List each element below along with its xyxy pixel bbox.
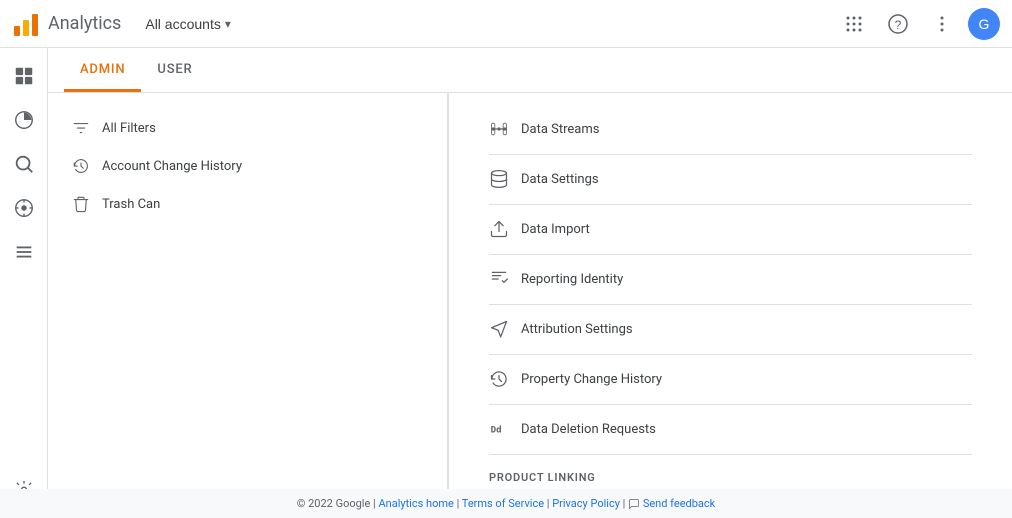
app-title: Analytics: [48, 13, 121, 34]
footer-send-feedback[interactable]: Send feedback: [643, 497, 715, 510]
data-import-icon: [489, 219, 509, 239]
attribution-settings-label: Attribution Settings: [521, 322, 633, 337]
all-filters-item[interactable]: All Filters: [48, 109, 447, 147]
data-streams-icon: [489, 119, 509, 139]
reporting-identity-label: Reporting Identity: [521, 272, 623, 287]
data-deletion-label: Data Deletion Requests: [521, 422, 656, 437]
home-icon: [13, 65, 35, 87]
top-bar: Analytics All accounts ▾ ?: [0, 0, 1012, 48]
property-history-icon: [489, 369, 509, 389]
reporting-identity-item[interactable]: Reporting Identity: [449, 259, 1012, 300]
sidebar-list-button[interactable]: [4, 232, 44, 272]
avatar-letter: G: [979, 16, 990, 32]
all-filters-label: All Filters: [102, 121, 156, 136]
google-apps-button[interactable]: [836, 6, 872, 42]
main-layout: ADMIN USER All Filters: [0, 48, 1012, 518]
sidebar-explore-button[interactable]: [4, 144, 44, 184]
data-settings-item[interactable]: Data Settings: [449, 159, 1012, 200]
footer-privacy[interactable]: Privacy Policy: [552, 497, 620, 510]
sidebar-home-button[interactable]: [4, 56, 44, 96]
data-settings-icon: [489, 169, 509, 189]
data-deletion-requests-item[interactable]: Dd Data Deletion Requests: [449, 409, 1012, 450]
reporting-identity-icon: [489, 269, 509, 289]
right-panel: Data Streams Data Settings: [449, 93, 1012, 518]
tab-user[interactable]: USER: [141, 48, 208, 92]
footer-analytics-home[interactable]: Analytics home: [378, 497, 453, 510]
top-bar-right: ? G: [836, 6, 1000, 42]
all-accounts-label: All accounts: [145, 16, 220, 32]
data-import-label: Data Import: [521, 222, 590, 237]
account-change-history-label: Account Change History: [102, 159, 242, 174]
divider-4: [489, 304, 972, 305]
tab-admin[interactable]: ADMIN: [64, 48, 141, 92]
data-deletion-icon: Dd: [489, 419, 509, 439]
content-area: ADMIN USER All Filters: [48, 48, 1012, 518]
divider-7: [489, 454, 972, 455]
data-settings-label: Data Settings: [521, 172, 599, 187]
trash-can-label: Trash Can: [102, 197, 160, 212]
divider-3: [489, 254, 972, 255]
account-change-history-item[interactable]: Account Change History: [48, 147, 447, 185]
trash-icon: [72, 195, 90, 213]
filter-icon: [72, 119, 90, 137]
data-import-item[interactable]: Data Import: [449, 209, 1012, 250]
all-accounts-button[interactable]: All accounts ▾: [137, 12, 239, 36]
sidebar-reports-button[interactable]: [4, 100, 44, 140]
divider-2: [489, 204, 972, 205]
property-change-history-item[interactable]: Property Change History: [449, 359, 1012, 400]
help-icon: ?: [888, 14, 908, 34]
footer-terms[interactable]: Terms of Service: [462, 497, 544, 510]
divider-5: [489, 354, 972, 355]
footer: © 2022 Google | Analytics home | Terms o…: [0, 489, 1012, 518]
analytics-logo-icon: [12, 10, 40, 38]
chevron-down-icon: ▾: [225, 17, 231, 31]
apps-grid-icon: [844, 14, 864, 34]
reports-icon: [13, 109, 35, 131]
product-linking-label: PRODUCT LINKING: [449, 459, 1012, 490]
attribution-settings-item[interactable]: Attribution Settings: [449, 309, 1012, 350]
admin-content: All Filters Account Change History: [48, 93, 1012, 518]
svg-text:?: ?: [895, 18, 902, 32]
property-change-history-label: Property Change History: [521, 372, 662, 387]
svg-text:Dd: Dd: [491, 424, 502, 435]
explore-icon: [13, 153, 35, 175]
data-streams-label: Data Streams: [521, 122, 599, 137]
divider-6: [489, 404, 972, 405]
more-options-button[interactable]: [924, 6, 960, 42]
trash-can-item[interactable]: Trash Can: [48, 185, 447, 223]
help-button[interactable]: ?: [880, 6, 916, 42]
tabs-bar: ADMIN USER: [48, 48, 1012, 93]
top-bar-left: Analytics All accounts ▾: [12, 10, 836, 38]
list-icon: [13, 241, 35, 263]
data-streams-item[interactable]: Data Streams: [449, 109, 1012, 150]
advertising-icon: [13, 197, 35, 219]
divider-1: [489, 154, 972, 155]
sidebar-advertising-button[interactable]: [4, 188, 44, 228]
user-avatar-button[interactable]: G: [968, 8, 1000, 40]
vertical-dots-icon: [932, 14, 952, 34]
history-icon: [72, 157, 90, 175]
sidebar-icons: [0, 48, 48, 518]
footer-copyright: © 2022 Google: [297, 497, 371, 510]
attribution-icon: [489, 319, 509, 339]
left-panel: All Filters Account Change History: [48, 93, 448, 518]
